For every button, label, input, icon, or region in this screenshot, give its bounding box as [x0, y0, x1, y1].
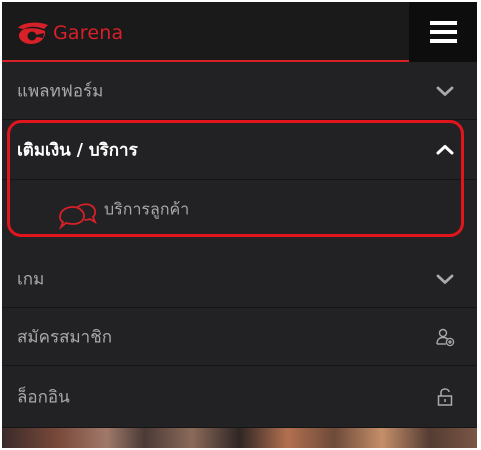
menu-item-label: สมัครสมาชิก — [17, 327, 113, 347]
chevron-down-icon — [436, 86, 454, 96]
menu-item-register[interactable]: สมัครสมาชิก — [2, 308, 477, 366]
chevron-up-icon — [436, 144, 454, 154]
hamburger-menu-icon — [429, 21, 457, 43]
menu-item-topup-services[interactable]: เติมเงิน / บริการ — [2, 120, 477, 180]
header-bar: Garena — [2, 2, 477, 60]
submenu-item-customer-service[interactable]: บริการลูกค้า — [2, 180, 477, 240]
chat-bubbles-icon — [58, 203, 97, 230]
add-user-icon — [436, 328, 455, 346]
hamburger-menu-button[interactable] — [409, 2, 477, 62]
garena-logo-icon — [18, 22, 48, 44]
brand-name: Garena — [53, 22, 124, 44]
chevron-down-icon — [436, 274, 454, 284]
submenu-item-label: บริการลูกค้า — [104, 199, 190, 219]
menu-item-login[interactable]: ล็อกอิน — [2, 366, 477, 428]
garena-logo[interactable]: Garena — [13, 20, 123, 46]
unlock-icon — [437, 387, 453, 406]
menu-item-games[interactable]: เกม — [2, 250, 477, 308]
mobile-menu-panel: Garena แพลทฟอร์ม เติมเงิน / บริการ บริกา… — [2, 2, 477, 448]
menu-item-platform[interactable]: แพลทฟอร์ม — [2, 62, 477, 120]
menu-item-label: เกม — [17, 269, 45, 289]
menu-item-label: ล็อกอิน — [17, 387, 70, 407]
background-artwork-strip — [2, 428, 477, 448]
menu-item-label: แพลทฟอร์ม — [17, 81, 104, 101]
menu-item-label: เติมเงิน / บริการ — [17, 140, 138, 160]
